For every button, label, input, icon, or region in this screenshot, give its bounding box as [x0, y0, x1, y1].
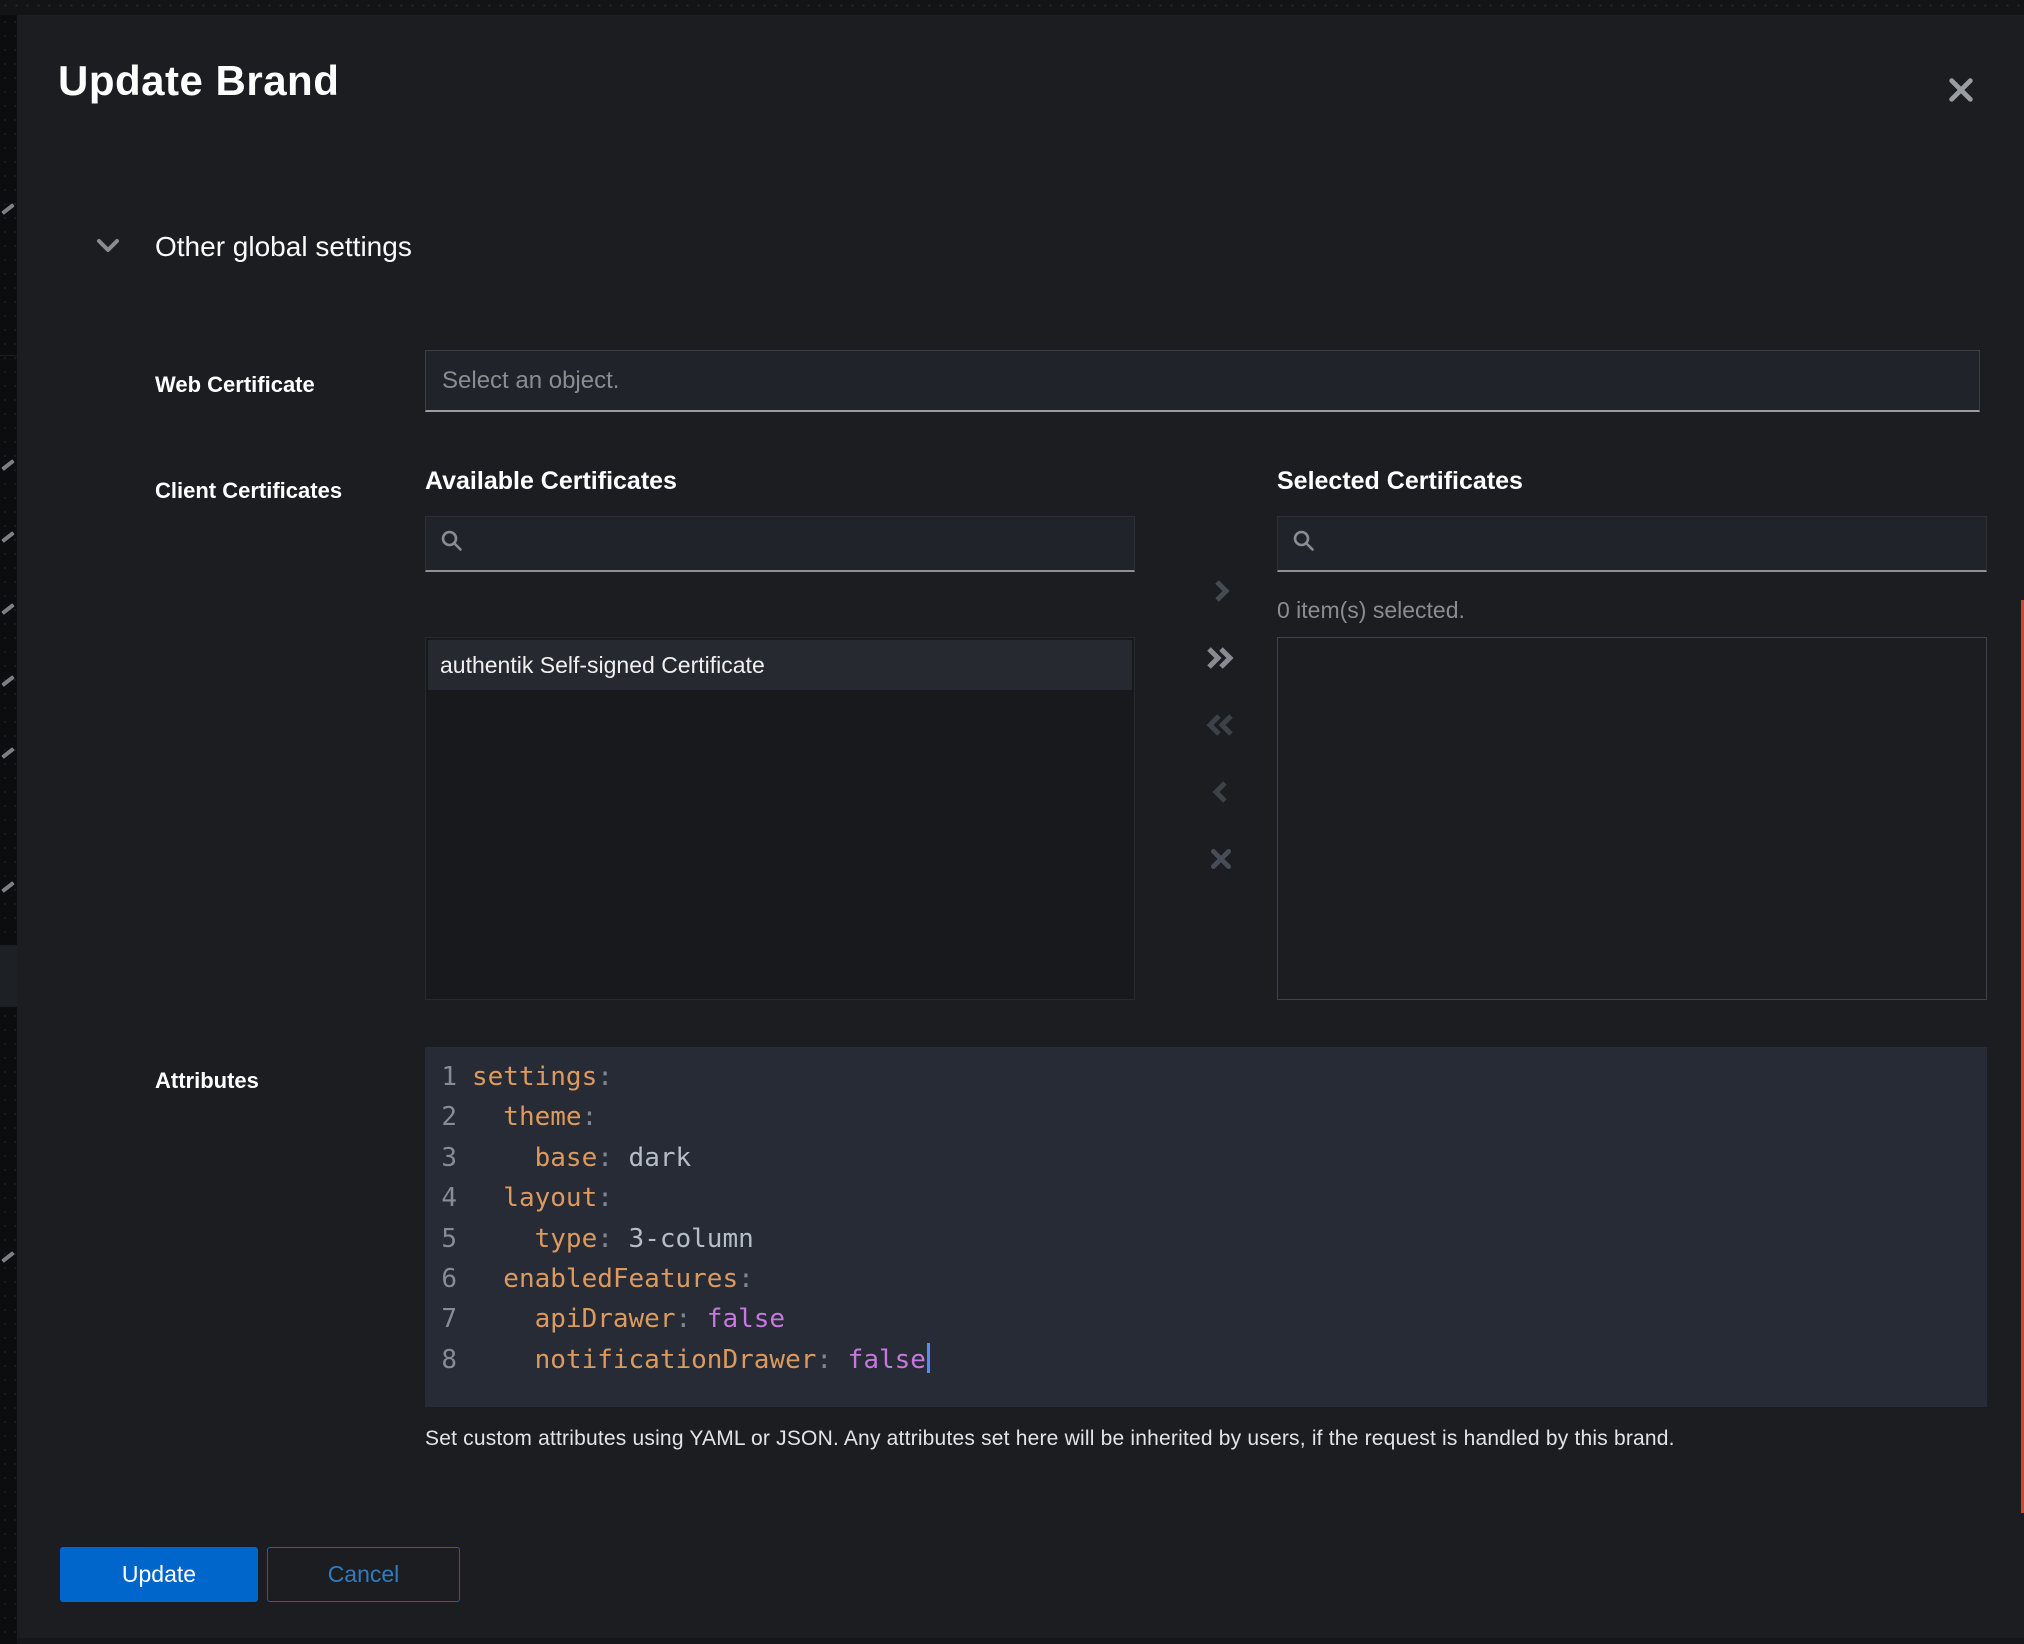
web-certificate-label: Web Certificate: [155, 372, 315, 398]
available-certificates-header: Available Certificates: [425, 467, 677, 496]
chevron-fragment-icon: [1, 747, 14, 759]
close-icon: [1945, 74, 1977, 109]
available-search-input[interactable]: [476, 529, 1120, 558]
chevron-fragment-icon: [1, 603, 14, 615]
code-line: 7 apiDrawer: false: [441, 1299, 1987, 1339]
clear-selection-button[interactable]: [1201, 843, 1241, 877]
available-certificates-list: authentik Self-signed Certificate: [425, 637, 1135, 1000]
add-selected-button[interactable]: [1201, 575, 1241, 609]
search-icon: [1292, 529, 1316, 558]
text-cursor: [927, 1343, 930, 1373]
modal-title: Update Brand: [58, 57, 339, 105]
update-brand-modal: Update Brand Other global settings Web C…: [17, 15, 2024, 1638]
chevron-fragment-icon: [1, 531, 14, 543]
section-label: Other global settings: [155, 231, 412, 263]
section-expander-other-global-settings[interactable]: Other global settings: [95, 231, 412, 263]
backdrop-bottom-strip: [17, 1638, 2024, 1644]
chevron-fragment-icon: [1, 675, 14, 687]
code-line: 6 enabledFeatures:: [441, 1259, 1987, 1299]
web-certificate-select[interactable]: [425, 350, 1980, 412]
code-line: 5 type: 3-column: [441, 1219, 1987, 1259]
chevron-fragment-icon: [1, 203, 14, 215]
selected-certificates-list: [1277, 637, 1987, 1000]
add-all-button[interactable]: [1201, 642, 1241, 676]
angle-double-left-icon: [1204, 711, 1238, 742]
angle-right-icon: [1209, 578, 1233, 607]
code-line: 8 notificationDrawer: false: [441, 1340, 1987, 1380]
line-number: 7: [441, 1299, 457, 1339]
selected-count-status: 0 item(s) selected.: [1277, 597, 1465, 624]
search-icon: [440, 529, 464, 558]
backdrop-top-strip: [0, 0, 2024, 15]
selected-certificates-header: Selected Certificates: [1277, 467, 1523, 496]
screen: Update Brand Other global settings Web C…: [0, 0, 2024, 1644]
code-line: 4 layout:: [441, 1178, 1987, 1218]
highlighted-row-sliver: [0, 945, 17, 1007]
line-number: 5: [441, 1219, 457, 1259]
available-search-box: [425, 516, 1135, 572]
backdrop-sidebar-sliver: [0, 15, 17, 1644]
close-button[interactable]: [1935, 65, 1987, 117]
cancel-button[interactable]: Cancel: [267, 1547, 460, 1602]
chevron-down-icon: [95, 236, 121, 259]
chevron-fragment-icon: [1, 1251, 14, 1263]
line-number: 1: [441, 1057, 457, 1097]
attributes-help-text: Set custom attributes using YAML or JSON…: [425, 1427, 1675, 1451]
remove-selected-button[interactable]: [1201, 776, 1241, 810]
line-number: 3: [441, 1138, 457, 1178]
update-button[interactable]: Update: [60, 1547, 258, 1602]
selected-search-box: [1277, 516, 1987, 572]
code-line: 3 base: dark: [441, 1138, 1987, 1178]
line-number: 4: [441, 1178, 457, 1218]
dual-list-controls: [1177, 575, 1265, 877]
angle-double-right-icon: [1204, 644, 1238, 675]
remove-all-button[interactable]: [1201, 709, 1241, 743]
chevron-fragment-icon: [1, 459, 14, 471]
line-number: 2: [441, 1097, 457, 1137]
code-line: 1settings:: [441, 1057, 1987, 1097]
attributes-label: Attributes: [155, 1068, 259, 1094]
check-fragment-icon: [1, 881, 14, 893]
client-certificates-label: Client Certificates: [155, 478, 342, 504]
line-number: 8: [441, 1340, 457, 1380]
list-item-certificate[interactable]: authentik Self-signed Certificate: [428, 640, 1132, 690]
selected-search-input[interactable]: [1328, 529, 1972, 558]
code-line: 2 theme:: [441, 1097, 1987, 1137]
angle-left-icon: [1209, 779, 1233, 808]
divider: [0, 355, 17, 356]
line-number: 6: [441, 1259, 457, 1299]
times-icon: [1208, 846, 1234, 875]
attributes-code-editor[interactable]: 1settings: 2 theme: 3 base: dark 4 layou…: [425, 1047, 1987, 1407]
